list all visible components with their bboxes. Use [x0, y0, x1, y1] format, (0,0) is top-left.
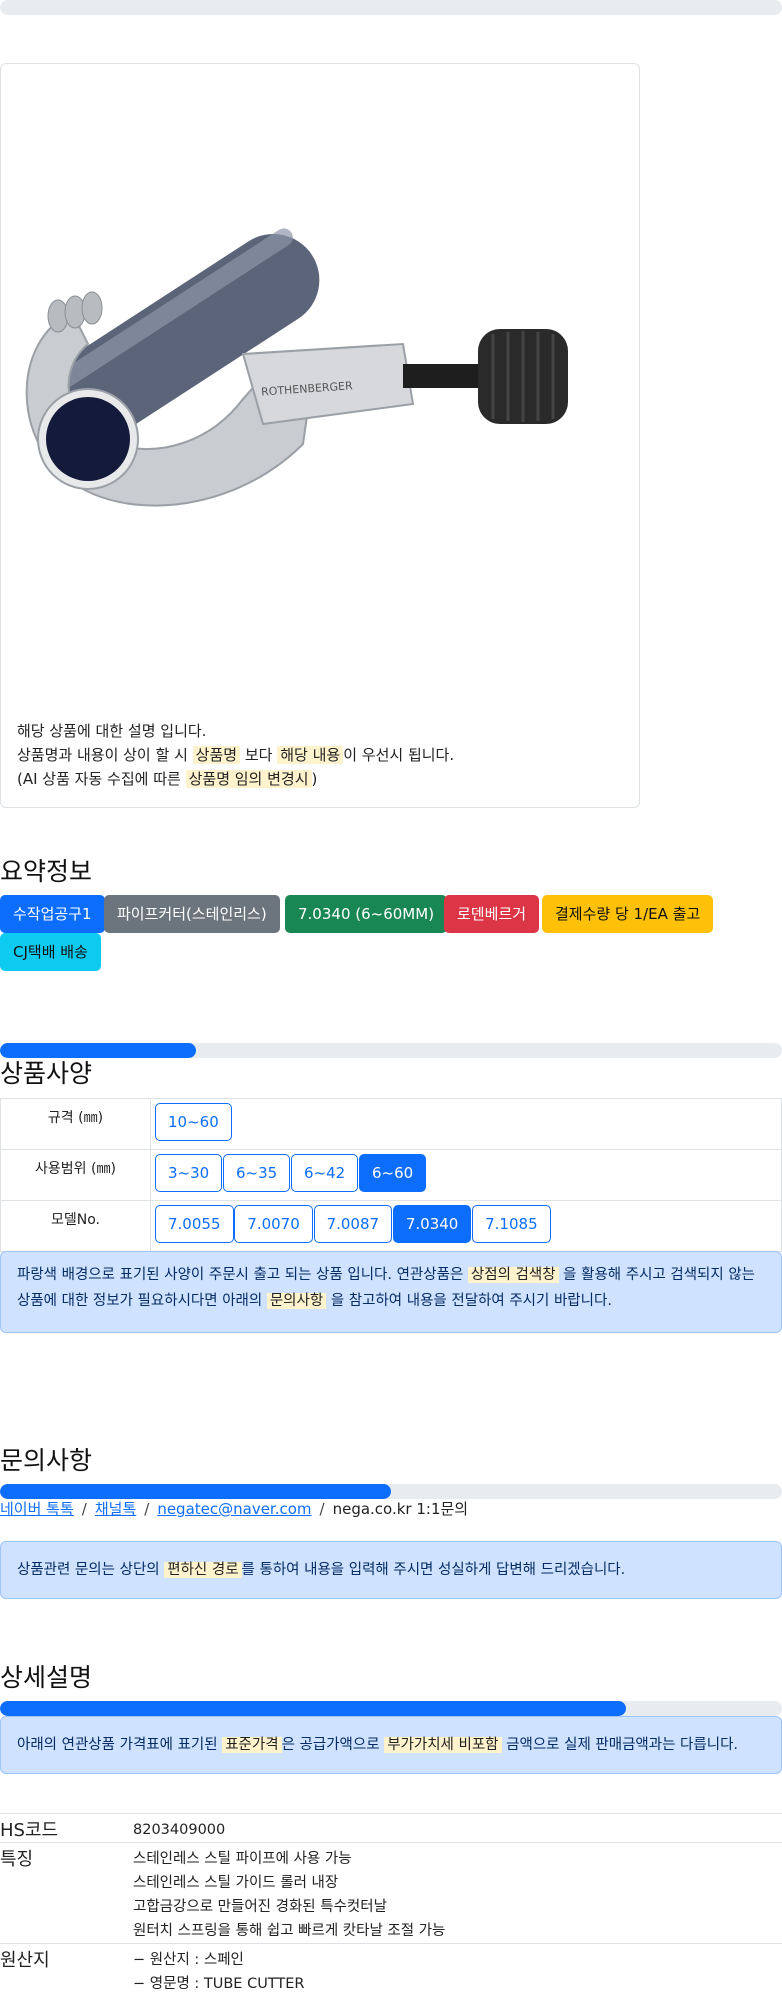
- detail-notice: 아래의 연관상품 가격표에 표기된 표준가격 은 공급가액으로 부가가치세 비포함…: [0, 1716, 782, 1774]
- inquiry-title: 문의사항: [0, 1446, 93, 1475]
- option-button[interactable]: 7.1085: [472, 1205, 551, 1243]
- detail-value: 8203409000: [133, 1813, 782, 1843]
- spec-notice: 파랑색 배경으로 표기된 사양이 주문시 출고 되는 상품 입니다. 연관상품은…: [0, 1251, 782, 1333]
- detail-row-origin: 원산지 − 원산지 : 스페인 − 영문명 : TUBE CUTTER: [0, 1943, 782, 1994]
- desc-text: 상품명과 내용이 상이 할 시: [17, 746, 188, 764]
- detail-key: HS코드: [0, 1813, 133, 1843]
- notice-highlight: 편하신 경로: [164, 1562, 242, 1578]
- badge-quantity[interactable]: 결제수량 당 1/EA 출고: [542, 895, 714, 933]
- email-link[interactable]: negatec@naver.com: [157, 1500, 311, 1518]
- badge-shipping[interactable]: CJ택배 배송: [0, 933, 101, 971]
- spec-title: 상품사양: [0, 1059, 93, 1088]
- top-progress-bar: [0, 0, 782, 15]
- notice-highlight: 문의사항: [266, 1293, 327, 1309]
- desc-highlight: 해당 내용: [277, 746, 344, 764]
- spec-row-model: 모델No. 7.0055 7.0070 7.0087 7.0340 7.1085: [0, 1200, 782, 1252]
- notice-text: 상품관련 문의는 상단의: [17, 1562, 160, 1578]
- detail-value-line: 원터치 스프링을 통해 쉽고 빠르게 캇타날 조절 가능: [133, 1923, 446, 1939]
- inquiry-progress-fill: [0, 1484, 391, 1499]
- badge-model[interactable]: 7.0340 (6~60MM): [285, 895, 448, 933]
- option-button[interactable]: 7.0087: [313, 1205, 393, 1243]
- spec-options: 10~60: [150, 1098, 782, 1150]
- notice-text: 아래의 연관상품 가격표에 표기된: [17, 1737, 218, 1753]
- detail-value: 스테인레스 스틸 파이프에 사용 가능 스테인레스 스틸 가이드 롤러 내장 고…: [133, 1842, 782, 1944]
- product-description: 해당 상품에 대한 설명 입니다. 상품명과 내용이 상이 할 시 상품명 보다…: [17, 719, 454, 791]
- detail-value-line: 스테인레스 스틸 가이드 롤러 내장: [133, 1875, 339, 1891]
- detail-value-line: 스테인레스 스틸 파이프에 사용 가능: [133, 1851, 352, 1867]
- badge-category[interactable]: 수작업공구1: [0, 895, 105, 933]
- spec-options: 7.0055 7.0070 7.0087 7.0340 7.1085: [150, 1200, 782, 1252]
- desc-line-3: (AI 상품 자동 수집에 따른 상품명 임의 변경시): [17, 767, 454, 791]
- inquiry-notice: 상품관련 문의는 상단의 편하신 경로 를 통하여 내용을 입력해 주시면 성실하…: [0, 1541, 782, 1599]
- notice-text: 금액으로 실제 판매금액과는 다릅니다.: [506, 1737, 739, 1753]
- spec-table: 규격 (㎜) 10~60 사용범위 (㎜) 3~30 6~35 6~42 6~6…: [0, 1098, 782, 1252]
- notice-highlight: 표준가격: [222, 1737, 282, 1753]
- desc-text: 이 우선시 됩니다.: [343, 746, 455, 764]
- detail-value-line: − 원산지 : 스페인: [133, 1952, 244, 1968]
- spec-progress-bar: [0, 1043, 782, 1058]
- separator: /: [319, 1500, 325, 1518]
- detail-value: − 원산지 : 스페인 − 영문명 : TUBE CUTTER: [133, 1943, 782, 1994]
- badge-brand[interactable]: 로덴베르거: [444, 895, 540, 933]
- option-button[interactable]: 3~30: [155, 1154, 223, 1192]
- summary-title: 요약정보: [0, 857, 93, 886]
- desc-text: 보다: [244, 746, 273, 764]
- spec-row-range: 사용범위 (㎜) 3~30 6~35 6~42 6~60: [0, 1149, 782, 1201]
- notice-text: 은 공급가액으로: [281, 1737, 380, 1753]
- detail-key: 특징: [0, 1842, 133, 1944]
- channel-talk-link[interactable]: 채널톡: [95, 1500, 136, 1518]
- option-button[interactable]: 6~42: [290, 1154, 359, 1192]
- desc-highlight: 상품명 임의 변경시: [185, 770, 312, 788]
- desc-text: (AI 상품 자동 수집에 따른: [17, 770, 181, 788]
- notice-text: 파랑색 배경으로 표기된 사양이 주문시 출고 되는 상품 입니다. 연관상품은: [17, 1267, 464, 1283]
- desc-line-2: 상품명과 내용이 상이 할 시 상품명 보다 해당 내용 이 우선시 됩니다.: [17, 743, 454, 767]
- product-image: ROTHENBERGER: [25, 228, 568, 507]
- option-button-selected[interactable]: 7.0340: [392, 1205, 472, 1243]
- desc-text: ): [311, 770, 318, 788]
- detail-table: HS코드 8203409000 특징 스테인레스 스틸 파이프에 사용 가능 스…: [0, 1813, 782, 1994]
- detail-title: 상세설명: [0, 1663, 93, 1692]
- contact-links: 네이버 톡톡 / 채널톡 / negatec@naver.com / nega.co.kr …: [0, 1498, 468, 1519]
- notice-highlight: 상점의 검색창: [467, 1267, 559, 1283]
- separator: /: [81, 1500, 87, 1518]
- detail-value-line: 8203409000: [133, 1822, 226, 1838]
- spec-row-size: 규격 (㎜) 10~60: [0, 1098, 782, 1150]
- notice-highlight: 부가가치세 비포함: [384, 1737, 502, 1753]
- notice-text: 를 통하여 내용을 입력해 주시면 성실하게 답변해 드리겠습니다.: [241, 1562, 626, 1578]
- option-button[interactable]: 6~35: [222, 1154, 291, 1192]
- detail-key: 원산지: [0, 1943, 133, 1994]
- detail-progress-fill: [0, 1701, 626, 1716]
- naver-talk-link[interactable]: 네이버 톡톡: [0, 1500, 74, 1518]
- option-button[interactable]: 7.0055: [155, 1205, 234, 1243]
- option-button[interactable]: 7.0070: [234, 1205, 313, 1243]
- site-inquiry-text: nega.co.kr 1:1문의: [332, 1500, 469, 1518]
- desc-highlight: 상품명: [192, 746, 241, 764]
- spec-options: 3~30 6~35 6~42 6~60: [150, 1149, 782, 1201]
- notice-text: 을 참고하여 내용을 전달하여 주시기 바랍니다.: [330, 1293, 612, 1309]
- option-button-selected[interactable]: 6~60: [358, 1154, 427, 1192]
- separator: /: [144, 1500, 150, 1518]
- detail-row-hscode: HS코드 8203409000: [0, 1813, 782, 1843]
- detail-value-line: − 영문명 : TUBE CUTTER: [133, 1976, 305, 1992]
- detail-progress-bar: [0, 1701, 782, 1716]
- spec-label: 사용범위 (㎜): [0, 1149, 151, 1201]
- detail-row-features: 특징 스테인레스 스틸 파이프에 사용 가능 스테인레스 스틸 가이드 롤러 내…: [0, 1842, 782, 1944]
- badge-product-type[interactable]: 파이프커터(스테인리스): [104, 895, 280, 933]
- option-button[interactable]: 10~60: [155, 1103, 232, 1141]
- detail-value-line: 고합금강으로 만들어진 경화된 특수컷터날: [133, 1899, 387, 1915]
- desc-line-1: 해당 상품에 대한 설명 입니다.: [17, 722, 207, 740]
- spec-label: 모델No.: [0, 1200, 151, 1252]
- inquiry-progress-bar: [0, 1484, 782, 1499]
- spec-label: 규격 (㎜): [0, 1098, 151, 1150]
- product-card: ROTHENBERGER 해당 상품에 대한 설명 입니다. 상품명과 내용이 …: [0, 63, 640, 808]
